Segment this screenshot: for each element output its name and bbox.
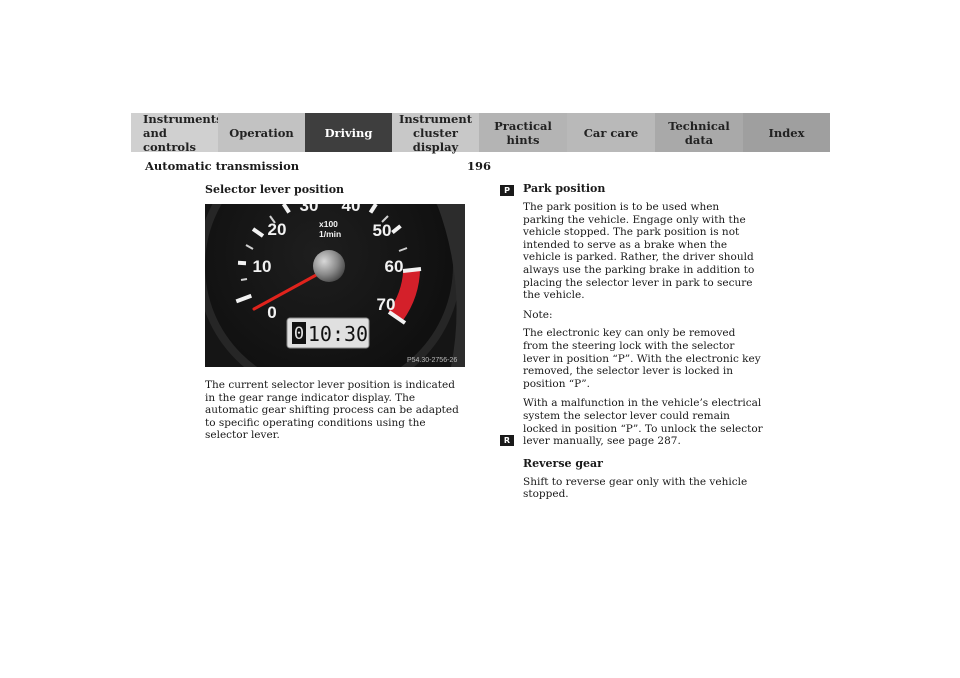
tick-label-70: 70 — [377, 295, 396, 314]
chapter-tab-bar: Instruments and controls Operation Drivin… — [131, 111, 830, 154]
tab-label-line2: cluster display — [412, 125, 459, 154]
reverse-marker: R — [500, 435, 514, 446]
tab-label-line1: Technical — [668, 118, 730, 133]
section-title: Automatic transmission — [145, 159, 300, 173]
right-column: Park position The park position is to be… — [523, 182, 763, 508]
page-number: 196 — [467, 159, 492, 173]
selector-lever-paragraph: The current selector lever position is i… — [205, 379, 459, 442]
figure-reference: P54.30-2756-26 — [407, 357, 457, 364]
tick-label-20: 20 — [268, 220, 287, 239]
tab-label-line2: and controls — [143, 125, 196, 154]
tab-label: Index — [768, 125, 805, 140]
tab-label: Practical hints — [494, 118, 552, 147]
reverse-heading: Reverse gear — [523, 456, 603, 470]
park-paragraph-1: The park position is to be used when par… — [523, 201, 755, 302]
tab-driving[interactable]: Driving — [305, 113, 392, 152]
gear-indicator: 0 — [294, 324, 304, 344]
needle-hub — [313, 250, 345, 282]
tick-label-30: 30 — [300, 204, 319, 215]
tick-label-10: 10 — [253, 257, 272, 276]
selector-lever-heading: Selector lever position — [205, 183, 345, 196]
unit-label-multiplier: x100 — [319, 219, 338, 229]
unit-label-rpm: 1/min — [319, 229, 341, 239]
tab-instruments-and-controls[interactable]: Instruments and controls — [131, 112, 223, 154]
tick-label-50: 50 — [373, 221, 392, 240]
tab-label-line1: Instruments — [143, 111, 223, 126]
tab-label: Car care — [583, 125, 639, 140]
park-note-label: Note: — [523, 308, 553, 321]
tab-practical-hints[interactable]: Practical hints — [479, 113, 567, 152]
park-marker: P — [500, 185, 514, 196]
park-heading: Park position — [523, 182, 606, 195]
tab-car-care[interactable]: Car care — [567, 113, 655, 152]
tab-technical-data[interactable]: Technical data — [655, 113, 743, 152]
tick-label-60: 60 — [385, 257, 404, 276]
park-paragraph-3: With a malfunction in the vehicle’s elec… — [523, 397, 763, 448]
park-paragraph-2: The electronic key can only be removed f… — [523, 327, 761, 390]
tachometer-illustration: 0 10 20 30 40 50 60 70 x100 1/min 0 10:3… — [205, 204, 465, 367]
tab-label-line2: data — [684, 132, 714, 147]
lcd-clock: 10:30 — [308, 322, 368, 346]
tab-operation[interactable]: Operation — [218, 113, 305, 152]
tab-index[interactable]: Index — [743, 113, 830, 152]
tick-label-40: 40 — [342, 204, 361, 215]
tab-instrument-cluster-display[interactable]: Instrument cluster display — [392, 111, 479, 154]
tachometer-figure: 0 10 20 30 40 50 60 70 x100 1/min 0 10:3… — [205, 204, 465, 367]
tab-label: Driving — [324, 125, 373, 140]
tab-label-line1: Instrument — [398, 111, 473, 126]
tick-label-0: 0 — [267, 303, 276, 322]
tab-label: Operation — [229, 125, 294, 140]
reverse-paragraph-1: Shift to reverse gear only with the vehi… — [523, 475, 748, 501]
